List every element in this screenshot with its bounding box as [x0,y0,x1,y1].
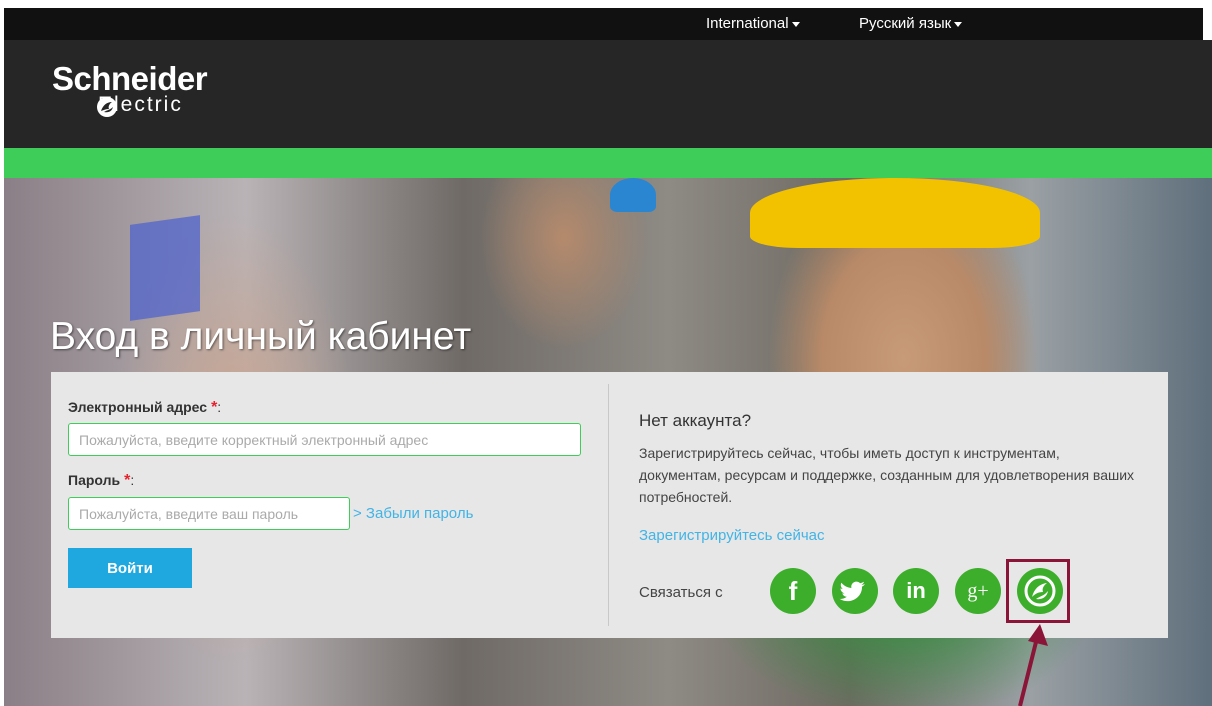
register-description: Зарегистрируйтесь сейчас, чтобы иметь до… [639,445,1135,505]
register-now-link[interactable]: Зарегистрируйтесь сейчас [639,527,825,544]
login-button[interactable]: Войти [68,548,192,588]
forgot-password-link[interactable]: > Забыли пароль [353,505,473,522]
password-label: Пароль *: [68,472,134,490]
language-selector[interactable]: Русский язык [859,15,963,32]
no-account-heading: Нет аккаунта? [639,411,752,430]
login-panel: Электронный адрес*: Пароль*: > Забыли па… [51,372,1168,638]
connect-with-label: Связаться с [639,584,723,601]
page-title: Вход в личный кабинет [50,315,472,358]
email-label: Электронный адрес *: [68,399,221,417]
hero-photo-detail [130,215,200,321]
facebook-glyph: f [788,576,798,606]
caret-down-icon [954,21,963,27]
schneider-electric-logo[interactable]: Schneider Electric [52,60,208,117]
email-input[interactable] [68,423,581,456]
region-selector-label: International [706,15,789,32]
language-selector-label: Русский язык [859,15,952,32]
linkedin-glyph: in [906,578,926,603]
label-colon: : [217,399,222,415]
region-selector[interactable]: International [706,15,800,32]
label-colon: : [130,472,135,488]
email-label-text: Электронный адрес [68,399,208,415]
site-header: Schneider Electric [4,40,1212,148]
twitter-icon[interactable] [832,568,878,614]
password-label-text: Пароль [68,472,121,488]
logo-line1: Schneider [52,60,208,97]
googleplus-icon[interactable]: g+ [955,568,1001,614]
hero-photo-helmet-blue [610,178,656,212]
password-input[interactable] [68,497,350,530]
annotation-highlight-box [1006,559,1070,623]
top-utility-bar: International Русский язык [4,8,1203,40]
brand-stripe [4,148,1212,178]
caret-down-icon [791,21,800,27]
panel-divider [608,384,609,626]
hero-photo-helmet-yellow [750,178,1040,248]
googleplus-glyph: g+ [967,580,989,602]
linkedin-icon[interactable]: in [893,568,939,614]
annotation-arrow-icon [1018,624,1048,706]
facebook-icon[interactable]: f [770,568,816,614]
twitter-bird-icon [839,581,865,602]
schneider-life-is-on-icon [97,97,117,117]
